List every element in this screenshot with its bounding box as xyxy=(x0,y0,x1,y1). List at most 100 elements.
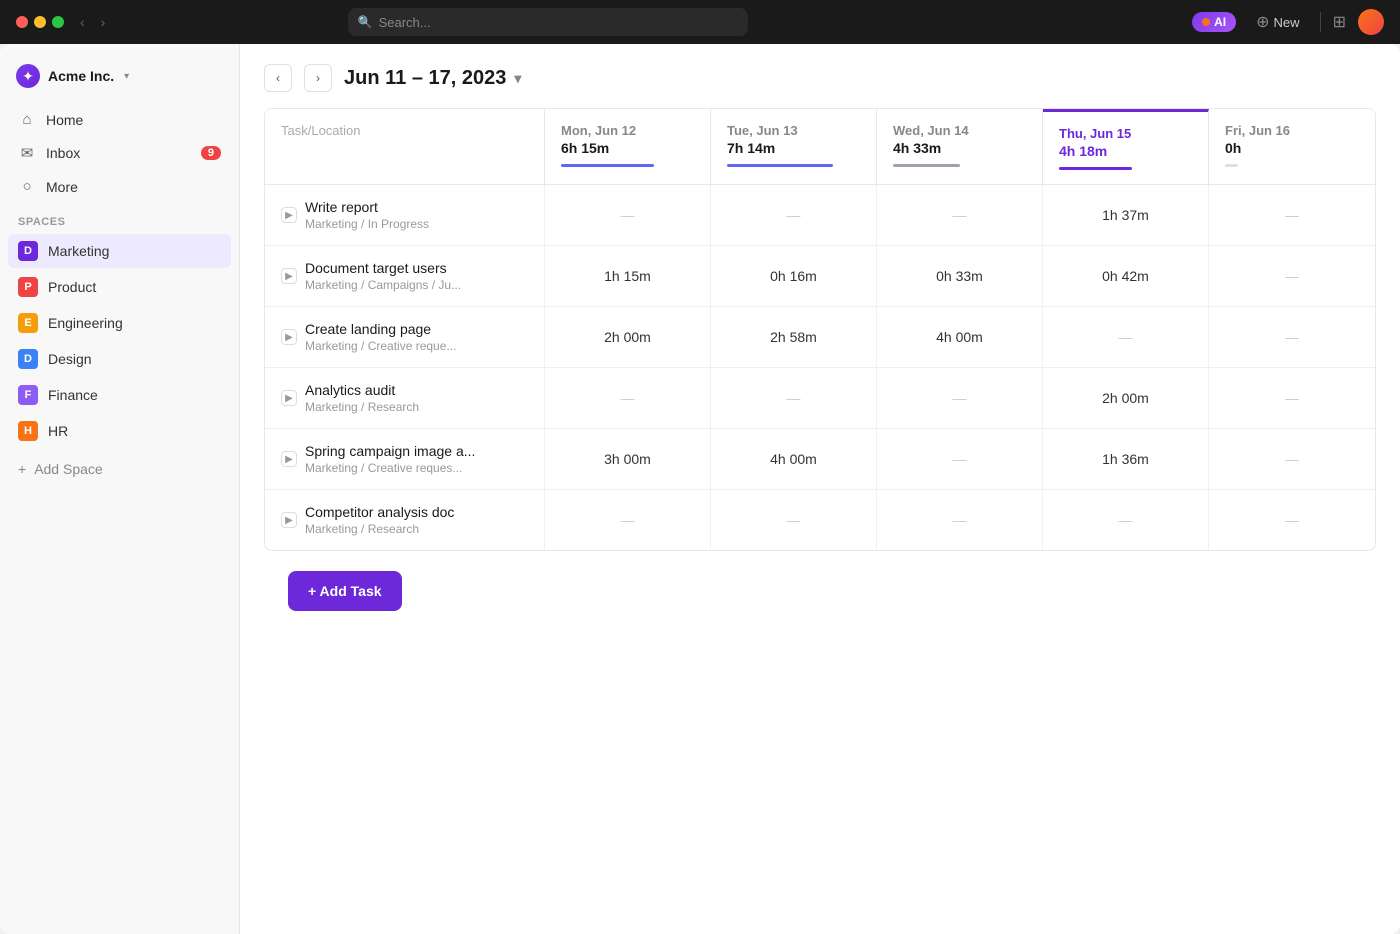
table-row: ▶ Spring campaign image a... Marketing /… xyxy=(265,429,1375,490)
space-item-finance[interactable]: F Finance xyxy=(8,378,231,412)
minimize-dot[interactable] xyxy=(34,16,46,28)
app-body: ✦ Acme Inc. ▾ ⌂ Home ✉ Inbox 9 ○ More Sp… xyxy=(0,44,1400,934)
grid-icon[interactable]: ⊞ xyxy=(1333,12,1346,32)
time-spring-campaign-tue: 4h 00m xyxy=(711,429,877,489)
wed-header: Wed, Jun 14 4h 33m xyxy=(877,109,1043,185)
sidebar-item-more[interactable]: ○ More xyxy=(8,171,231,202)
time-write-report-wed: — xyxy=(877,185,1043,245)
thu-bar xyxy=(1059,167,1132,170)
prev-week-button[interactable]: ‹ xyxy=(264,64,292,92)
task-name-spring-campaign: Spring campaign image a... xyxy=(305,443,475,459)
ai-indicator xyxy=(1202,18,1210,26)
task-name-landing-page: Create landing page xyxy=(305,321,456,337)
maximize-dot[interactable] xyxy=(52,16,64,28)
fri-bar xyxy=(1225,164,1238,167)
back-arrow[interactable]: ‹ xyxy=(76,12,89,32)
home-icon: ⌂ xyxy=(18,111,36,128)
add-space-label: Add Space xyxy=(34,461,103,477)
next-week-button[interactable]: › xyxy=(304,64,332,92)
wed-hours: 4h 33m xyxy=(893,140,1026,156)
workspace-icon: ✦ xyxy=(22,68,34,85)
space-item-hr[interactable]: H HR xyxy=(8,414,231,448)
space-item-marketing[interactable]: D Marketing xyxy=(8,234,231,268)
time-analytics-audit-wed: — xyxy=(877,368,1043,428)
space-item-design[interactable]: D Design xyxy=(8,342,231,376)
sidebar-home-label: Home xyxy=(46,112,221,128)
hr-avatar: H xyxy=(18,421,38,441)
browser-nav: ‹ › xyxy=(76,12,109,32)
time-landing-page-fri: — xyxy=(1209,307,1375,367)
more-icon: ○ xyxy=(18,178,36,195)
time-document-target-fri: — xyxy=(1209,246,1375,306)
search-placeholder: Search... xyxy=(379,15,738,30)
design-label: Design xyxy=(48,351,92,367)
ai-badge[interactable]: AI xyxy=(1192,12,1236,32)
marketing-avatar: D xyxy=(18,241,38,261)
task-column-header: Task/Location xyxy=(265,109,545,185)
wed-day: Wed, Jun 14 xyxy=(893,123,1026,138)
finance-avatar: F xyxy=(18,385,38,405)
space-item-engineering[interactable]: E Engineering xyxy=(8,306,231,340)
workspace-header[interactable]: ✦ Acme Inc. ▾ xyxy=(0,56,239,104)
new-button[interactable]: ⊕ New xyxy=(1248,8,1307,36)
task-name-competitor-analysis: Competitor analysis doc xyxy=(305,504,454,520)
workspace-chevron-icon: ▾ xyxy=(124,71,129,82)
task-name-analytics-audit: Analytics audit xyxy=(305,382,419,398)
thu-day: Thu, Jun 15 xyxy=(1059,126,1192,141)
sidebar-item-home[interactable]: ⌂ Home xyxy=(8,104,231,135)
sidebar: ✦ Acme Inc. ▾ ⌂ Home ✉ Inbox 9 ○ More Sp… xyxy=(0,44,240,934)
finance-label: Finance xyxy=(48,387,98,403)
close-dot[interactable] xyxy=(16,16,28,28)
engineering-avatar: E xyxy=(18,313,38,333)
expand-document-target[interactable]: ▶ xyxy=(281,268,297,284)
time-landing-page-mon: 2h 00m xyxy=(545,307,711,367)
time-table-wrap: Task/Location Mon, Jun 12 6h 15m Tue, Ju… xyxy=(240,92,1400,934)
time-document-target-tue: 0h 16m xyxy=(711,246,877,306)
add-space-item[interactable]: + Add Space xyxy=(0,454,239,484)
expand-write-report[interactable]: ▶ xyxy=(281,207,297,223)
task-location-landing-page: Marketing / Creative reque... xyxy=(305,339,456,353)
thu-hours: 4h 18m xyxy=(1059,143,1192,159)
time-write-report-tue: — xyxy=(711,185,877,245)
search-bar[interactable]: 🔍 Search... xyxy=(348,8,748,36)
add-task-button[interactable]: + Add Task xyxy=(288,571,402,611)
add-task-label: + Add Task xyxy=(308,583,382,599)
task-location-document-target: Marketing / Campaigns / Ju... xyxy=(305,278,461,292)
date-range-text: Jun 11 – 17, 2023 xyxy=(344,67,506,90)
new-plus-icon: ⊕ xyxy=(1256,12,1269,32)
time-analytics-audit-thu: 2h 00m xyxy=(1043,368,1209,428)
time-document-target-mon: 1h 15m xyxy=(545,246,711,306)
task-cell-analytics-audit: ▶ Analytics audit Marketing / Research xyxy=(265,368,545,428)
time-analytics-audit-fri: — xyxy=(1209,368,1375,428)
hr-label: HR xyxy=(48,423,68,439)
avatar[interactable] xyxy=(1358,9,1384,35)
tue-bar xyxy=(727,164,833,167)
expand-analytics-audit[interactable]: ▶ xyxy=(281,390,297,406)
product-avatar: P xyxy=(18,277,38,297)
forward-arrow[interactable]: › xyxy=(97,12,110,32)
new-label: New xyxy=(1274,15,1300,30)
thu-header: Thu, Jun 15 4h 18m xyxy=(1043,109,1209,185)
task-location-spring-campaign: Marketing / Creative reques... xyxy=(305,461,475,475)
marketing-label: Marketing xyxy=(48,243,109,259)
time-competitor-analysis-tue: — xyxy=(711,490,877,550)
sidebar-item-inbox[interactable]: ✉ Inbox 9 xyxy=(8,137,231,169)
task-cell-landing-page: ▶ Create landing page Marketing / Creati… xyxy=(265,307,545,367)
task-location-analytics-audit: Marketing / Research xyxy=(305,400,419,414)
expand-competitor-analysis[interactable]: ▶ xyxy=(281,512,297,528)
expand-landing-page[interactable]: ▶ xyxy=(281,329,297,345)
task-cell-competitor-analysis: ▶ Competitor analysis doc Marketing / Re… xyxy=(265,490,545,550)
table-row: ▶ Create landing page Marketing / Creati… xyxy=(265,307,1375,368)
space-item-product[interactable]: P Product xyxy=(8,270,231,304)
expand-spring-campaign[interactable]: ▶ xyxy=(281,451,297,467)
table-header: Task/Location Mon, Jun 12 6h 15m Tue, Ju… xyxy=(265,109,1375,185)
time-document-target-wed: 0h 33m xyxy=(877,246,1043,306)
inbox-badge: 9 xyxy=(201,146,221,160)
time-write-report-mon: — xyxy=(545,185,711,245)
titlebar: ‹ › 🔍 Search... AI ⊕ New ⊞ xyxy=(0,0,1400,44)
spaces-list: D Marketing P Product E Engineering D De… xyxy=(0,234,239,450)
spaces-section-title: Spaces xyxy=(0,204,239,234)
date-range-display[interactable]: Jun 11 – 17, 2023 ▾ xyxy=(344,67,521,90)
time-competitor-analysis-fri: — xyxy=(1209,490,1375,550)
sidebar-more-label: More xyxy=(46,179,221,195)
